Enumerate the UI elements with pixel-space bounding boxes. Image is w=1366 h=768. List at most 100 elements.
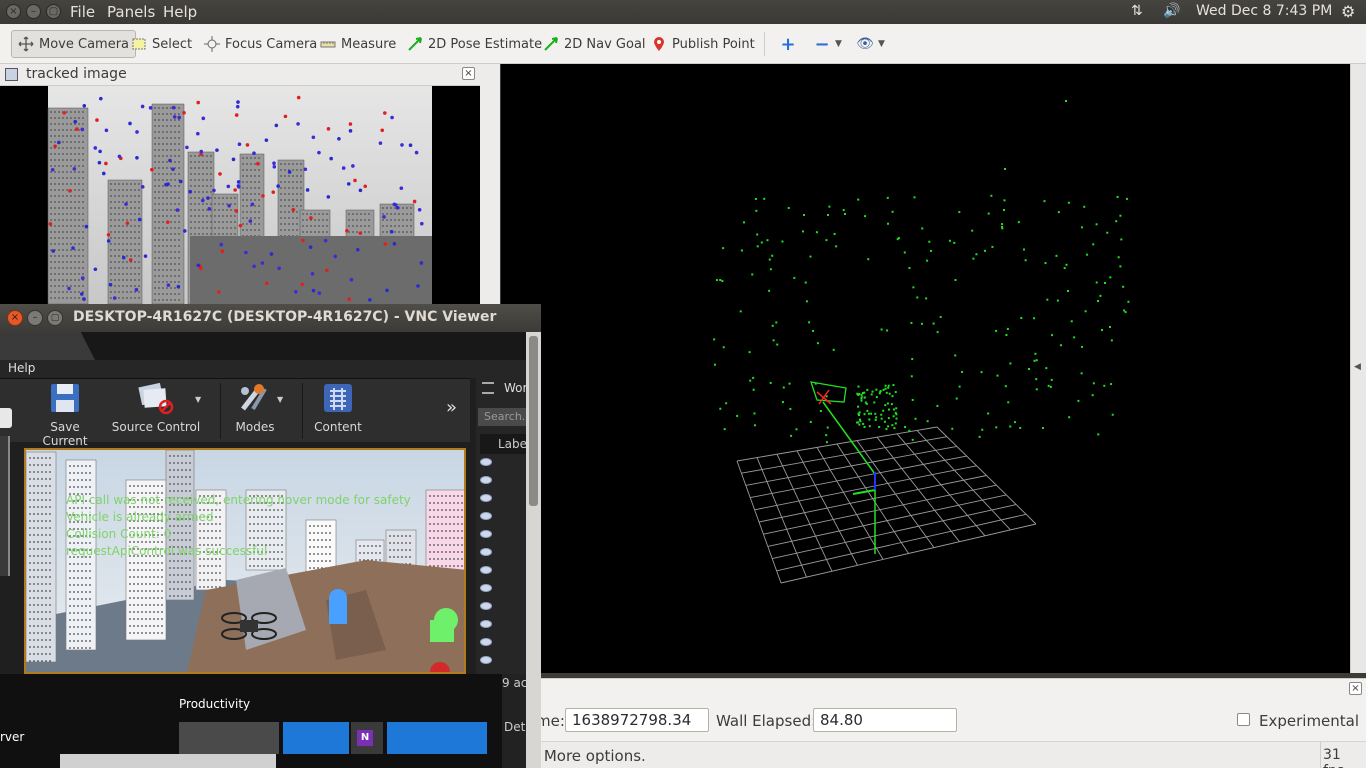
outliner-search-input[interactable]: Search... xyxy=(478,408,526,426)
camera-trajectory xyxy=(810,381,876,554)
visibility-eye-icon[interactable] xyxy=(480,512,492,520)
point-cloud xyxy=(713,100,1130,444)
measure-icon xyxy=(320,36,336,52)
double-chevron-right-icon[interactable]: » xyxy=(446,397,457,418)
status-bar: : More options. 31 fps xyxy=(500,741,1366,768)
chevron-down-icon[interactable]: ▼ xyxy=(277,395,283,404)
vnc-minimize-button[interactable]: – xyxy=(27,310,43,326)
visibility-eye-icon[interactable] xyxy=(480,476,492,484)
onenote-tile[interactable]: N xyxy=(351,722,383,754)
volume-icon[interactable]: 🔊 xyxy=(1163,3,1180,19)
move-camera-button[interactable]: Move Camera xyxy=(11,30,137,58)
outliner-label-header[interactable]: Labe xyxy=(480,434,526,454)
system-gear-icon[interactable]: ⚙ xyxy=(1341,2,1355,21)
focus-camera-label: Focus Camera xyxy=(225,36,318,52)
vnc-maximize-button[interactable]: ▢ xyxy=(47,310,63,326)
menu-panels[interactable]: Panels xyxy=(107,3,155,21)
nav-goal-icon xyxy=(543,36,559,52)
minimize-window-button[interactable]: – xyxy=(26,4,41,19)
3d-scene[interactable] xyxy=(501,64,1350,673)
visibility-column xyxy=(480,458,492,674)
visibility-eye-icon[interactable] xyxy=(480,638,492,646)
ros-time-field[interactable]: 1638972798.34 xyxy=(565,708,709,732)
visibility-eye-icon[interactable] xyxy=(480,530,492,538)
experimental-checkbox[interactable] xyxy=(1237,713,1250,726)
eye-icon: 👁 xyxy=(856,36,874,52)
visibility-eye-icon[interactable] xyxy=(480,584,492,592)
add-tool-button[interactable]: + xyxy=(774,30,802,58)
actors-count: 9 ac xyxy=(502,676,528,690)
visibility-eye-icon[interactable] xyxy=(480,602,492,610)
vnc-scroll-thumb[interactable] xyxy=(529,336,538,506)
hud-message-list: API call was not received, entering hove… xyxy=(66,492,411,560)
source-control-button[interactable]: Source Control xyxy=(108,381,204,441)
publish-point-button[interactable]: Publish Point xyxy=(645,30,761,58)
clock[interactable]: Wed Dec 8 7:43 PM xyxy=(1196,3,1332,19)
chevron-down-icon: ▼ xyxy=(878,39,885,49)
tracked-image-panel: tracked image × xyxy=(0,64,480,305)
wall-elapsed-field[interactable]: 84.80 xyxy=(813,708,957,732)
visibility-eye-icon[interactable] xyxy=(480,458,492,466)
remote-desktop[interactable]: Help Save Current Source Control ▼ Modes… xyxy=(0,332,541,768)
start-tile[interactable] xyxy=(179,722,279,754)
select-label: Select xyxy=(152,36,193,52)
ue-divider xyxy=(220,383,221,439)
content-button[interactable]: Content xyxy=(306,381,370,441)
simulation-scene xyxy=(26,450,464,672)
3d-render-view[interactable] xyxy=(501,64,1350,673)
start-tile[interactable] xyxy=(283,722,349,754)
time-panel: × me: 1638972798.34 Wall Elapsed: 84.80 … xyxy=(500,678,1366,768)
status-text: : More options. xyxy=(534,747,646,765)
modes-button[interactable]: Modes xyxy=(224,381,286,441)
focus-camera-button[interactable]: Focus Camera xyxy=(198,30,323,58)
network-icon[interactable]: ⇅ xyxy=(1131,3,1143,19)
save-current-button[interactable]: Save Current xyxy=(26,381,104,448)
vnc-title-bar[interactable]: × – ▢ DESKTOP-4R1627C (DESKTOP-4R1627C) … xyxy=(0,304,541,332)
ue-viewport[interactable]: API call was not received, entering hove… xyxy=(24,448,466,674)
visibility-eye-icon[interactable] xyxy=(480,548,492,556)
vnc-close-button[interactable]: × xyxy=(7,310,23,326)
move-camera-label: Move Camera xyxy=(39,36,130,52)
visibility-eye-icon[interactable] xyxy=(480,566,492,574)
source-control-label: Source Control xyxy=(111,420,201,434)
side-scroll[interactable] xyxy=(0,436,10,576)
content-label: Content xyxy=(314,420,362,434)
top-menu-bar: × – ▢ File Panels Help ⇅ 🔊 Wed Dec 8 7:4… xyxy=(0,0,1366,24)
measure-button[interactable]: Measure xyxy=(314,30,402,58)
vnc-scrollbar[interactable] xyxy=(526,332,541,768)
experimental-label: Experimental xyxy=(1259,712,1360,730)
ue-menu-help[interactable]: Help xyxy=(8,361,35,375)
productivity-label: Productivity xyxy=(179,697,251,711)
focus-camera-icon xyxy=(204,36,220,52)
close-window-button[interactable]: × xyxy=(6,4,21,19)
chevron-down-icon[interactable]: ▼ xyxy=(195,395,201,404)
tracked-image-view xyxy=(0,86,480,305)
maximize-window-button[interactable]: ▢ xyxy=(46,4,61,19)
horizontal-scrollbar[interactable] xyxy=(60,754,276,768)
measure-label: Measure xyxy=(341,36,397,52)
2d-pose-estimate-button[interactable]: 2D Pose Estimate xyxy=(401,30,548,58)
minus-icon: − xyxy=(814,33,830,55)
start-tile[interactable] xyxy=(387,722,487,754)
2d-nav-goal-label: 2D Nav Goal xyxy=(564,36,646,52)
tracked-image xyxy=(47,86,432,305)
chevron-left-icon[interactable]: ◀ xyxy=(1354,362,1361,372)
select-button[interactable]: Select xyxy=(125,30,198,58)
status-divider xyxy=(1320,742,1321,768)
remove-tool-button[interactable]: − ▼ xyxy=(808,30,848,58)
panel-close-icon[interactable]: × xyxy=(462,67,475,80)
time-panel-close-icon[interactable]: × xyxy=(1349,682,1362,695)
visibility-eye-icon[interactable] xyxy=(480,620,492,628)
2d-nav-goal-button[interactable]: 2D Nav Goal xyxy=(537,30,652,58)
view-options-button[interactable]: 👁 ▼ xyxy=(851,30,891,58)
ue-active-tab[interactable] xyxy=(0,332,95,360)
outliner-title: Wor xyxy=(504,381,528,395)
vnc-viewer-window[interactable]: × – ▢ DESKTOP-4R1627C (DESKTOP-4R1627C) … xyxy=(0,304,541,768)
side-toggle-icon[interactable] xyxy=(0,408,12,428)
view-collapse-bar[interactable]: ◀ xyxy=(1350,64,1366,673)
menu-file[interactable]: File xyxy=(70,3,95,21)
windows-start-area: rver Productivity N 9 ac Deta xyxy=(0,674,533,768)
menu-help[interactable]: Help xyxy=(163,3,197,21)
visibility-eye-icon[interactable] xyxy=(480,494,492,502)
visibility-eye-icon[interactable] xyxy=(480,656,492,664)
